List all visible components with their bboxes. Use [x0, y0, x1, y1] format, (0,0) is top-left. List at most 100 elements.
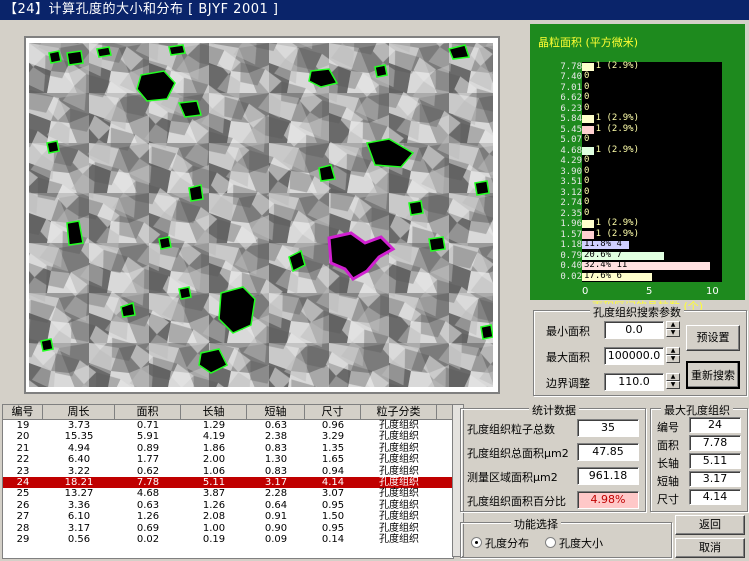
- measure-area-field[interactable]: 961.18: [577, 467, 639, 485]
- research-button[interactable]: 重新搜索: [686, 361, 740, 389]
- bar-label: 0: [584, 134, 590, 145]
- y-tick: 5.84: [560, 114, 582, 125]
- table-cell: 2.38: [264, 431, 288, 443]
- column-header[interactable]: 周长: [43, 405, 115, 419]
- table-row[interactable]: 28 3.17 0.69 1.00 0.90 0.95 孔度组织: [3, 523, 453, 534]
- max-pore-size-field[interactable]: 4.14: [689, 489, 741, 505]
- micrograph-svg: [29, 43, 493, 387]
- max-pore-id-label: 编号: [657, 421, 679, 434]
- cancel-button[interactable]: 取消: [675, 538, 745, 558]
- table-cell: 15.35: [64, 431, 94, 443]
- table-cell: 孔度组织: [379, 533, 419, 545]
- table-row[interactable]: 21 4.94 0.89 1.86 0.83 1.35 孔度组织: [3, 443, 453, 454]
- bar-label: 0: [584, 81, 590, 92]
- particle-table[interactable]: 编号 周长 面积 长轴 短轴 尺寸 粒子分类 19 3.73 0.71 1.29 0.63 0.96 孔…: [2, 404, 454, 559]
- table-row[interactable]: 27 6.10 1.26 2.08 0.91 1.50 孔度组织: [3, 511, 453, 522]
- table-cell: 3.17: [264, 476, 288, 488]
- table-cell: 0.63: [136, 499, 160, 511]
- histogram-plot: 1 (2.9%) 0 0 0 0 1 (2.9%) 1 (2.9%) 0 1 (2.9%) 0 0 0…: [582, 61, 722, 282]
- max-pore-short-field[interactable]: 3.17: [689, 471, 741, 487]
- max-area-spinner[interactable]: ▲ ▼: [666, 347, 680, 365]
- table-cell: 4.19: [202, 431, 226, 443]
- table-row[interactable]: 25 13.27 4.68 3.87 2.28 3.07 孔度组织: [3, 488, 453, 499]
- y-tick: 1.57: [560, 229, 582, 240]
- column-header[interactable]: 长轴: [181, 405, 247, 419]
- column-header[interactable]: 面积: [115, 405, 181, 419]
- column-header[interactable]: 尺寸: [305, 405, 361, 419]
- table-cell: 24: [16, 476, 30, 488]
- statistics-title: 统计数据: [529, 402, 579, 418]
- distribution-radio-label[interactable]: 孔度分布: [485, 535, 529, 551]
- bar-label: 0: [584, 197, 590, 208]
- pore-count-label: 孔度组织粒子总数: [467, 423, 555, 436]
- bar-label: 1 (2.9%): [595, 218, 640, 229]
- table-row[interactable]: 29 0.56 0.02 0.19 0.09 0.14 孔度组织: [3, 534, 453, 545]
- max-area-field[interactable]: 100000.0: [604, 347, 664, 365]
- micrograph-image[interactable]: [29, 43, 493, 387]
- max-pore-area-field[interactable]: 7.78: [689, 435, 741, 451]
- statistics-group: 统计数据 孔度组织粒子总数 35 孔度组织总面积μm2 47.85 测量区域面积…: [460, 402, 646, 512]
- table-cell: 2.08: [202, 511, 226, 523]
- back-button[interactable]: 返回: [675, 515, 745, 535]
- histogram-bar: [582, 63, 594, 71]
- size-radio[interactable]: [545, 537, 556, 548]
- pore-total-area-field[interactable]: 47.85: [577, 443, 639, 461]
- max-pore-long-field[interactable]: 5.11: [689, 453, 741, 469]
- table-cell: 3.36: [67, 499, 91, 511]
- table-row[interactable]: 23 3.22 0.62 1.06 0.83 0.94 孔度组织: [3, 466, 453, 477]
- edge-adjust-field[interactable]: 110.0: [604, 373, 664, 391]
- bar-label: 1 (2.9%): [595, 113, 640, 124]
- pore-percent-field[interactable]: 4.98%: [577, 491, 639, 509]
- size-radio-label[interactable]: 孔度大小: [559, 535, 603, 551]
- y-tick: 0.79: [560, 250, 582, 261]
- table-cell: 3.17: [67, 522, 91, 534]
- table-cell: 3.29: [321, 431, 345, 443]
- table-cell: 6.10: [67, 511, 91, 523]
- x-tick: 10: [706, 286, 719, 297]
- table-cell: 25: [16, 488, 30, 500]
- table-cell: 孔度组织: [379, 420, 419, 431]
- table-cell: 0.91: [264, 511, 288, 523]
- column-header[interactable]: 编号: [3, 405, 43, 419]
- bar-label: 0: [584, 92, 590, 103]
- table-row[interactable]: 22 6.40 1.77 2.00 1.30 1.65 孔度组织: [3, 454, 453, 465]
- min-area-spinner[interactable]: ▲ ▼: [666, 321, 680, 339]
- table-cell: 1.06: [202, 465, 226, 477]
- table-row[interactable]: 19 3.73 0.71 1.29 0.63 0.96 孔度组织: [3, 420, 453, 431]
- max-pore-short-label: 短轴: [657, 475, 679, 488]
- y-tick: 0.02: [560, 271, 582, 282]
- table-body: 19 3.73 0.71 1.29 0.63 0.96 孔度组织 20 15.35 5.91 4.1…: [3, 420, 453, 545]
- table-cell: 21: [16, 442, 30, 454]
- bar-label: 32.4% 11: [584, 260, 628, 271]
- pore-count-field[interactable]: 35: [577, 419, 639, 437]
- bar-label: 1 (2.9%): [595, 228, 640, 239]
- table-row[interactable]: 24 18.21 7.78 5.11 3.17 4.14 孔度组织: [3, 476, 453, 489]
- x-tick: 5: [646, 286, 653, 297]
- table-cell: 13.27: [64, 488, 94, 500]
- table-cell: 27: [16, 511, 30, 523]
- table-row[interactable]: 26 3.36 0.63 1.26 0.64 0.95 孔度组织: [3, 500, 453, 511]
- table-cell: 1.26: [202, 499, 226, 511]
- column-header[interactable]: 粒子分类: [361, 405, 437, 419]
- column-header[interactable]: 短轴: [247, 405, 305, 419]
- table-cell: 0.94: [321, 465, 345, 477]
- edge-adjust-spinner[interactable]: ▲ ▼: [666, 373, 680, 391]
- max-pore-title: 最大孔度组织: [661, 402, 733, 418]
- bar-label: 17.6% 6: [584, 270, 622, 281]
- y-tick: 5.07: [560, 135, 582, 146]
- bar-label: 0: [584, 186, 590, 197]
- table-row[interactable]: 20 15.35 5.91 4.19 2.38 3.29 孔度组织: [3, 431, 453, 442]
- distribution-radio[interactable]: [471, 537, 482, 548]
- histogram-bar: [582, 220, 594, 229]
- table-cell: 0.14: [321, 533, 345, 545]
- table-cell: 26: [16, 499, 30, 511]
- max-pore-id-field[interactable]: 24: [689, 417, 741, 433]
- bar-label: 0: [584, 176, 590, 187]
- table-cell: 0.90: [264, 522, 288, 534]
- edge-adjust-label: 边界调整: [546, 377, 590, 390]
- preset-button[interactable]: 预设置: [686, 325, 740, 351]
- min-area-field[interactable]: 0.0: [604, 321, 664, 339]
- bar-label: 0: [584, 102, 590, 113]
- pore-total-area-label: 孔度组织总面积μm2: [467, 447, 569, 460]
- x-tick: 0: [582, 286, 589, 297]
